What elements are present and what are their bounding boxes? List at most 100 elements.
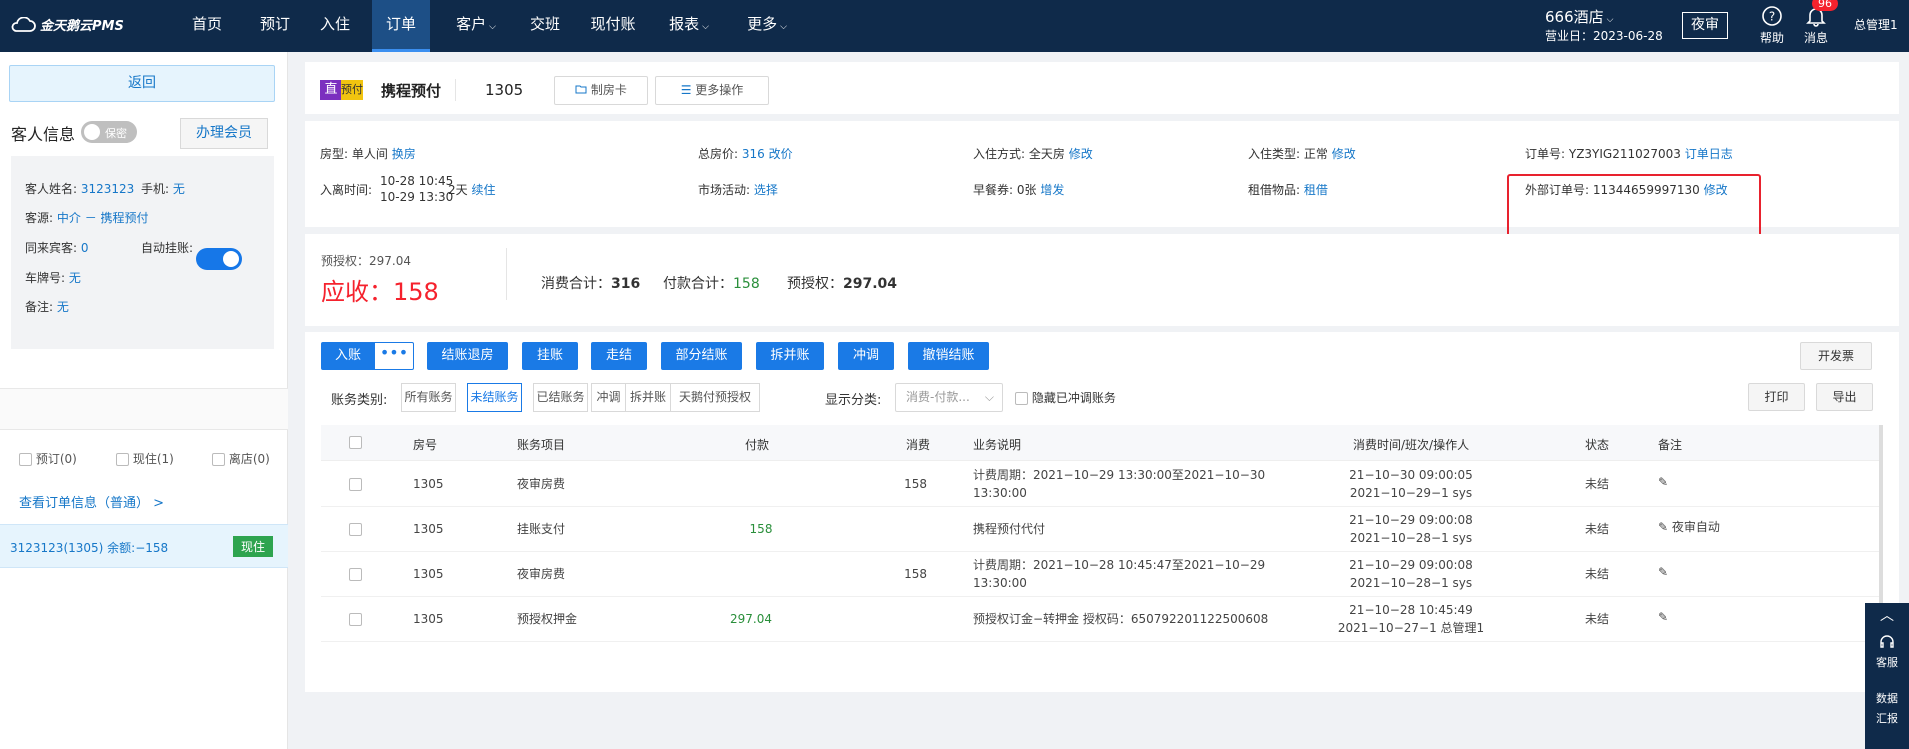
display-category-value: 消费-付款...	[906, 390, 970, 404]
market-label: 市场活动:	[698, 183, 751, 197]
help-label: 帮助	[1760, 31, 1785, 45]
room-type-value: 单人间	[351, 147, 388, 161]
partial-settle-button[interactable]: 部分结账	[661, 342, 742, 370]
filter-departed[interactable]: 离店(0)	[212, 450, 270, 467]
cell-status: 未结	[1585, 522, 1610, 536]
nav-cash[interactable]: 现付账	[588, 0, 638, 52]
print-button[interactable]: 打印	[1748, 383, 1805, 411]
row-checkbox[interactable]	[349, 523, 362, 536]
table-row[interactable]: 1305 挂账支付 158 携程预付代付 21−10−29 09:00:08 20…	[321, 507, 1883, 552]
chevron-up-icon[interactable]: ︿	[1865, 603, 1909, 627]
post-charge-button[interactable]: 入账	[321, 342, 375, 370]
table-row[interactable]: 1305 夜审房费 158 计费周期：2021−10−28 10:45:47至2…	[321, 552, 1883, 597]
edit-note-icon[interactable]: ✎	[1658, 473, 1668, 491]
nav-home[interactable]: 首页	[186, 0, 228, 52]
nav-customers[interactable]: 客户 ⌵	[446, 0, 506, 52]
make-card-button[interactable]: 制房卡	[554, 76, 648, 105]
issue-breakfast-link[interactable]: 增发	[1040, 183, 1064, 197]
order-no-value: YZ3YIG211027003	[1568, 147, 1681, 161]
nav-orders[interactable]: 订单	[372, 0, 430, 52]
hotel-selector[interactable]: 666酒店 ⌵	[1545, 6, 1613, 27]
walk-settle-button[interactable]: 走结	[591, 342, 647, 370]
more-actions-button[interactable]: •••	[374, 342, 414, 370]
breakfast-row: 早餐券: 0张 增发	[973, 181, 1064, 198]
checkbox[interactable]	[116, 453, 129, 466]
segment-all[interactable]: 所有账务	[401, 383, 456, 412]
source-value[interactable]: 中介 － 携程预付	[57, 211, 149, 225]
cell-room: 1305	[413, 477, 444, 491]
guest-name[interactable]: 3123123	[81, 182, 134, 196]
nav-reservation[interactable]: 预订	[254, 0, 296, 52]
folder-icon	[575, 85, 587, 94]
hide-adjusted-checkbox[interactable]: 隐藏已冲调账务	[1015, 389, 1116, 406]
col-note: 备注	[1658, 438, 1683, 452]
nav-shift[interactable]: 交班	[524, 0, 566, 52]
split-merge-button[interactable]: 拆并账	[756, 342, 824, 370]
edit-checkin-type-link[interactable]: 修改	[1332, 147, 1356, 161]
user-menu[interactable]: 总管理1	[1854, 16, 1898, 33]
back-button[interactable]: 返回	[9, 65, 275, 102]
filter-inhouse[interactable]: 现住(1)	[116, 450, 174, 467]
night-audit-button[interactable]: 夜审	[1682, 12, 1728, 39]
filter-reserved[interactable]: 预订(0)	[19, 450, 77, 467]
invoice-button[interactable]: 开发票	[1800, 342, 1872, 370]
shift-line: 2021−10−29−1 sys	[1349, 486, 1473, 500]
row-checkbox[interactable]	[349, 613, 362, 626]
nav-checkin[interactable]: 入住	[314, 0, 356, 52]
auto-hang-toggle[interactable]	[196, 248, 242, 270]
edit-note-icon[interactable]: ✎	[1658, 520, 1668, 534]
hang-account-button[interactable]: 挂账	[522, 342, 578, 370]
phone-value[interactable]: 无	[173, 182, 185, 196]
more-ops-button[interactable]: ☰ 更多操作	[655, 76, 769, 105]
order-log-link[interactable]: 订单日志	[1685, 147, 1733, 161]
segment-adjust[interactable]: 冲调	[591, 383, 626, 412]
select-all-checkbox[interactable]	[349, 436, 362, 449]
segment-preauth[interactable]: 天鹅付预授权	[670, 383, 760, 412]
select-market-link[interactable]: 选择	[754, 183, 778, 197]
change-room-link[interactable]: 换房	[392, 147, 416, 161]
data-report-button[interactable]: 数据 汇报	[1865, 686, 1909, 730]
checkbox[interactable]	[19, 453, 32, 466]
filter-reserved-label: 预订(0)	[35, 452, 77, 466]
total-price-value[interactable]: 316	[742, 147, 765, 161]
order-no-row: 订单号: YZ3YIG211027003 订单日志	[1525, 145, 1733, 162]
nav-reports[interactable]: 报表 ⌵	[664, 0, 714, 52]
room-list-item[interactable]: 3123123(1305) 余额:−158 现住	[0, 524, 288, 568]
extend-stay-link[interactable]: 续住	[471, 183, 495, 197]
service-button[interactable]: 客服	[1865, 633, 1909, 674]
time-line: 21−10−29 09:00:08	[1349, 513, 1473, 527]
segment-settled[interactable]: 已结账务	[533, 383, 588, 412]
help-button[interactable]: ? 帮助	[1760, 5, 1784, 46]
nav-more[interactable]: 更多 ⌵	[742, 0, 792, 52]
edit-checkin-mode-link[interactable]: 修改	[1069, 147, 1093, 161]
member-button[interactable]: 办理会员	[180, 118, 268, 149]
plate-value[interactable]: 无	[69, 271, 81, 285]
undo-settle-button[interactable]: 撤销结账	[908, 342, 989, 370]
table-row[interactable]: 1305 预授权押金 297.04 预授权订金−转押金 授权码：65079220…	[321, 597, 1883, 642]
view-order-link[interactable]: 查看订单信息（普通） >	[19, 492, 164, 511]
rent-link[interactable]: 租借	[1304, 183, 1328, 197]
companions-value[interactable]: 0	[81, 241, 89, 255]
checkout-button[interactable]: 结账退房	[427, 342, 508, 370]
cell-note[interactable]: ✎ 夜审自动	[1658, 518, 1720, 536]
segment-split[interactable]: 拆并账	[625, 383, 671, 412]
row-checkbox[interactable]	[349, 568, 362, 581]
checkbox[interactable]	[212, 453, 225, 466]
cell-status: 未结	[1585, 477, 1610, 491]
edit-note-icon[interactable]: ✎	[1658, 563, 1668, 581]
row-checkbox[interactable]	[349, 478, 362, 491]
cell-desc: 预授权订金−转押金 授权码：650792201122500608	[973, 612, 1269, 626]
display-category-select[interactable]: 消费-付款... ⌵	[895, 383, 1003, 412]
messages-button[interactable]: 消息	[1804, 5, 1828, 46]
checkbox[interactable]	[1015, 392, 1028, 405]
export-button[interactable]: 导出	[1816, 383, 1873, 411]
logo[interactable]: 金天鹅云PMS	[10, 15, 124, 34]
change-price-link[interactable]: 改价	[769, 147, 793, 161]
table-row[interactable]: 1305 夜审房费 158 计费周期：2021−10−29 13:30:00至2…	[321, 462, 1883, 507]
privacy-toggle[interactable]: 保密	[81, 121, 137, 143]
cell-desc: 计费周期：2021−10−28 10:45:47至2021−10−29 13:30…	[973, 556, 1265, 592]
segment-unsettled[interactable]: 未结账务	[467, 383, 522, 412]
remark-value[interactable]: 无	[57, 300, 69, 314]
edit-note-icon[interactable]: ✎	[1658, 608, 1668, 626]
adjust-button[interactable]: 冲调	[838, 342, 894, 370]
